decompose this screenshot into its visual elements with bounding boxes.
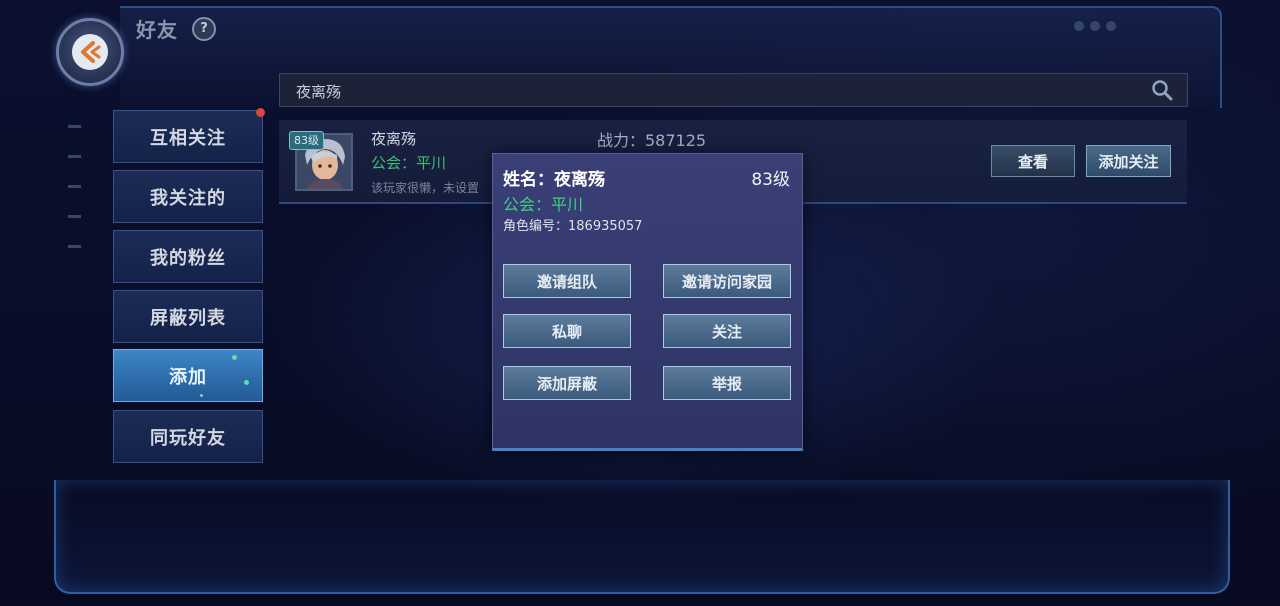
player-power: 战力：587125	[597, 131, 707, 150]
tab-block-list[interactable]: 屏蔽列表	[113, 290, 263, 343]
player-info-popup: 姓名：夜离殇 83级 公会：平川 角色编号：186935057 邀请组队 邀请访…	[492, 153, 803, 451]
follow-button[interactable]: 关注	[663, 314, 791, 348]
tab-mutual-follow[interactable]: 互相关注	[113, 108, 265, 163]
back-arrow-icon	[72, 34, 108, 70]
tab-co-play-friends[interactable]: 同玩好友	[113, 410, 263, 463]
tab-label: 添加	[169, 366, 207, 388]
back-button[interactable]	[56, 18, 124, 86]
notification-dot	[256, 108, 265, 117]
tab-add[interactable]: 添加	[113, 349, 263, 402]
search-icon[interactable]	[1151, 79, 1173, 101]
friends-screen: 好友 ? 互相关注 我关注的 我的粉丝 屏蔽列表 添加 同玩好友	[0, 0, 1280, 606]
popup-player-guild: 公会：平川	[503, 195, 584, 214]
window-frame-bottom	[54, 480, 1230, 594]
popup-role-id: 角色编号：186935057	[503, 219, 643, 234]
window-dots	[1074, 21, 1116, 31]
player-signature: 该玩家很懒，未设置	[371, 181, 480, 195]
tab-indicator-dots	[68, 125, 81, 275]
search-bar	[279, 73, 1188, 108]
view-button[interactable]: 查看	[991, 145, 1075, 177]
tab-label: 我的粉丝	[150, 247, 226, 269]
page-title: 好友	[136, 18, 178, 42]
level-badge: 83级	[289, 131, 324, 150]
tab-following[interactable]: 我关注的	[113, 170, 263, 223]
sparkle-decoration	[244, 380, 249, 385]
tab-fans[interactable]: 我的粉丝	[113, 230, 263, 283]
private-chat-button[interactable]: 私聊	[503, 314, 631, 348]
sparkle-decoration	[232, 355, 237, 360]
invite-home-button[interactable]: 邀请访问家园	[663, 264, 791, 298]
tab-label: 互相关注	[150, 127, 226, 149]
help-button[interactable]: ?	[192, 17, 216, 41]
tab-label: 我关注的	[150, 187, 226, 209]
sparkle-decoration	[200, 394, 203, 397]
tab-label: 屏蔽列表	[150, 307, 226, 329]
player-guild: 公会：平川	[371, 154, 447, 172]
report-button[interactable]: 举报	[663, 366, 791, 400]
invite-team-button[interactable]: 邀请组队	[503, 264, 631, 298]
player-name: 夜离殇	[371, 130, 417, 148]
search-input[interactable]	[294, 74, 1138, 108]
block-button[interactable]: 添加屏蔽	[503, 366, 631, 400]
tab-label: 同玩好友	[150, 427, 226, 449]
popup-player-name: 姓名：夜离殇	[503, 170, 605, 190]
add-follow-button[interactable]: 添加关注	[1086, 145, 1171, 177]
popup-player-level: 83级	[751, 170, 790, 190]
